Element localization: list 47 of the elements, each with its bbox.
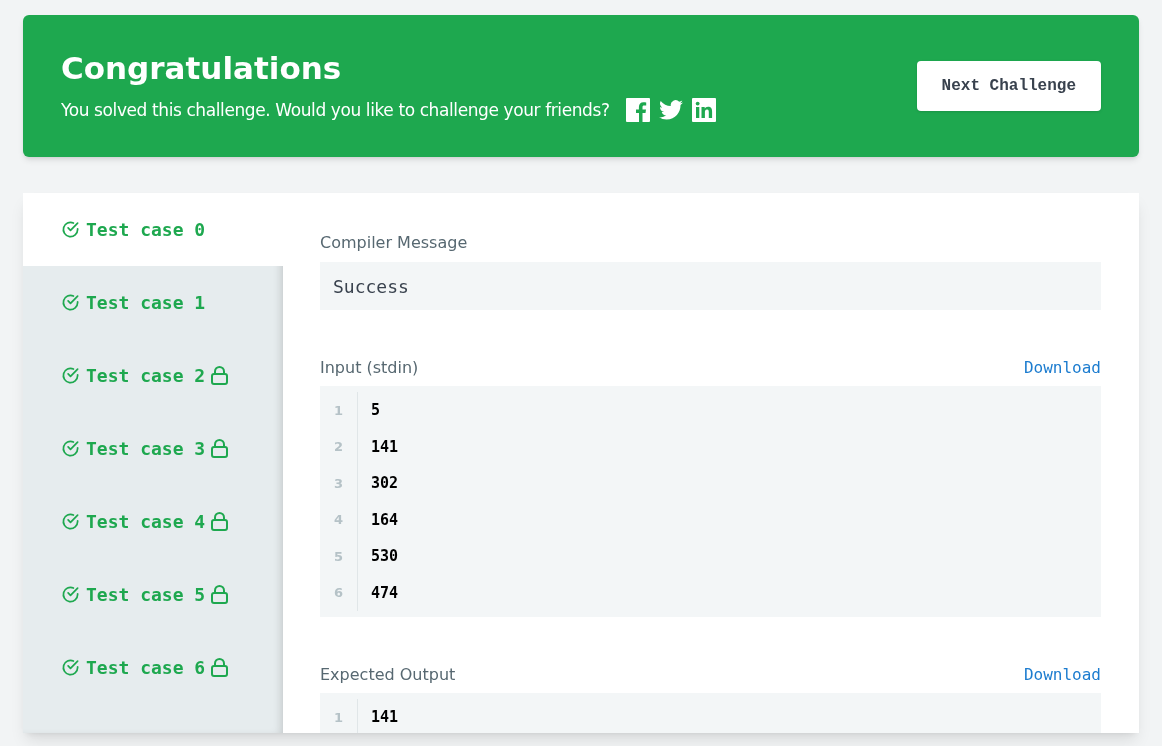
code-line: 474 [371,582,399,604]
section-label: Expected Output [320,664,456,686]
code-line: 530 [371,546,399,567]
line-number: 3 [332,474,344,493]
test-case-label: Test case 0 [86,218,206,242]
code-line: 164 [371,509,399,531]
check-circle-icon [61,439,80,458]
line-number: 1 [332,401,344,420]
test-case-tab[interactable]: Test case 0 [23,193,283,266]
test-case-label: Test case 6 [86,656,206,680]
compiler-message-box: Success [320,262,1101,310]
test-case-tab[interactable]: Test case 1 [23,266,283,339]
test-case-label: Test case 2 [86,364,206,388]
test-case-label: Test case 1 [86,291,206,315]
check-circle-icon [61,220,80,239]
code-line: 302 [371,473,399,494]
line-number: 4 [332,511,344,529]
check-circle-icon [61,585,80,604]
section-label: Input (stdin) [320,357,419,379]
check-circle-icon [61,366,80,385]
facebook-icon[interactable] [625,98,650,123]
line-number: 5 [332,547,344,566]
test-case-tab[interactable]: Test case 2 [23,339,283,412]
line-number: 2 [332,438,344,456]
code-line: 141 [371,707,399,728]
banner-title: Congratulations [61,48,343,88]
check-circle-icon [61,658,80,677]
test-case-label: Test case 5 [86,583,206,607]
linkedin-icon[interactable] [691,98,716,123]
code-line: 141 [371,436,399,458]
compiler-message-label: Compiler Message [320,232,469,254]
next-challenge-button[interactable]: Next Challenge [916,61,1101,111]
line-number: 6 [332,584,344,602]
line-number: 1 [332,708,344,727]
bird-icon[interactable] [658,100,683,121]
test-case-tab[interactable]: Test case 3 [23,412,283,485]
test-case-tab[interactable]: Test case 6 [23,631,283,704]
download-link[interactable]: Download [1023,356,1101,380]
banner-message: You solved this challenge. Would you like to challenge your friends? [61,98,610,122]
test-case-tab[interactable]: Test case 4 [23,485,283,558]
test-case-label: Test case 3 [86,437,206,461]
test-case-tab[interactable]: Test case 5 [23,558,283,631]
download-link[interactable]: Download [1023,663,1101,687]
check-circle-icon [61,512,80,531]
test-case-label: Test case 4 [86,510,206,534]
check-circle-icon [61,293,80,312]
code-line: 5 [371,400,382,421]
